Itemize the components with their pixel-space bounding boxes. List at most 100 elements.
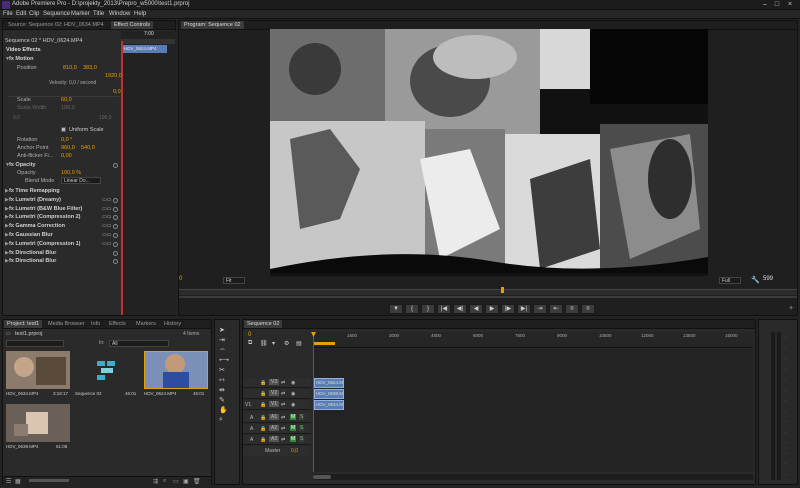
audio-track-header[interactable]: A 🔒 A2 ⇄ M S [243,424,311,434]
transport-button[interactable]: } [421,304,435,314]
effect-mask-icon[interactable]: ▭▭ [102,206,111,212]
track-name[interactable]: V3 [269,379,280,385]
menu-edit[interactable]: Edit [16,11,26,17]
menu-sequence[interactable]: Sequence [43,11,70,17]
zoom-slider[interactable] [29,479,69,482]
program-scrub-bar[interactable] [179,289,797,295]
automate-icon[interactable]: ⇶ [153,478,158,485]
video-clip[interactable]: HDV_0624.MP4 [314,378,344,388]
effect-mask-icon[interactable]: ▭▭ [102,241,111,247]
effect-reset-icon[interactable] [113,224,118,230]
master-value[interactable]: 0,0 [291,448,298,454]
audio-track-header[interactable]: A 🔒 A3 ⇄ M S [243,435,311,445]
mute-button[interactable]: M [290,425,297,431]
thumb-sequence02[interactable] [75,351,139,389]
tab-markers[interactable]: Markers [133,320,159,328]
rolling-edit-icon[interactable]: ⟷ [219,356,229,364]
effect-row[interactable]: ▶ fx Gaussian Blur ▭▭ [3,232,121,240]
position-x-value[interactable]: 810,0 [63,65,77,71]
effect-row[interactable]: ▶ fx Directional Blur [3,250,121,258]
full-select[interactable]: Full [719,277,741,284]
track-name[interactable]: A2 [269,425,280,431]
tab-media-browser[interactable]: Media Browser [45,320,88,328]
solo-button[interactable]: S [299,436,305,442]
eye-icon[interactable]: ◉ [291,391,295,397]
video-clip[interactable]: HDV_0634.MP4 [314,400,344,410]
mute-button[interactable]: M [290,436,297,442]
tab-program[interactable]: Program: Sequence 02 [181,21,244,29]
timeline-timecode[interactable]: 0 [248,332,251,338]
thumb-hdv0638[interactable] [6,404,70,442]
program-playhead-icon[interactable] [501,287,504,293]
blend-mode-select[interactable]: Linear Do... [61,177,101,184]
sync-icon[interactable]: ⇄ [281,426,285,432]
thumb-hdv0634[interactable] [6,351,70,389]
sync-icon[interactable]: ⇄ [281,415,285,421]
scale-value[interactable]: 60,0 [61,97,72,103]
ripple-edit-icon[interactable]: ⇔ [219,346,226,353]
track-name[interactable]: V1 [269,401,280,407]
transport-button[interactable]: ◀| [453,304,467,314]
tab-project[interactable]: Project: test1 [4,320,43,328]
program-zoom-bar[interactable] [179,296,797,298]
mute-button[interactable]: M [290,414,297,420]
timeline-playhead[interactable] [313,332,314,472]
sync-icon[interactable]: ⇄ [281,437,285,443]
minimize-icon[interactable]: – [760,1,770,9]
src-dot[interactable]: A [250,426,253,432]
timeline-ruler[interactable]: 1500 3000 4500 6000 7500 9000 10500 12000 13500 1… [313,332,753,348]
rotation-value[interactable]: 0,0 ° [61,137,72,143]
effect-row[interactable]: ▶ fx Lumetri (B&W Blue Filter) ▭▭ [3,206,121,214]
menu-help[interactable]: Help [134,11,146,17]
video-track-header[interactable]: 🔒 V2 ⇄ ◉ [243,389,311,399]
track-name[interactable]: V2 [269,390,280,396]
track-area[interactable] [313,349,753,472]
wrench-icon[interactable]: 🔧 [751,276,760,284]
menu-clip[interactable]: Clip [29,11,39,17]
tab-effect-controls[interactable]: Effect Controls [111,21,153,29]
captions-icon[interactable]: ▤ [296,340,302,347]
menu-title[interactable]: Title [93,11,104,17]
tab-effects[interactable]: Effects [106,320,129,328]
effect-reset-icon[interactable] [113,250,118,256]
fit-select[interactable]: Fit [223,277,245,284]
hand-icon[interactable]: ✋ [219,406,228,414]
track-select-icon[interactable]: ⇥ [219,336,225,344]
effect-mask-icon[interactable]: ▭▭ [102,197,111,203]
transport-button[interactable]: ◀ [469,304,483,314]
razor-icon[interactable]: ✂ [219,366,225,374]
selection-tool-icon[interactable]: ➤ [219,326,225,334]
tab-source[interactable]: Source: Sequence 02: HDV_0634.MP4 [5,21,107,29]
work-area-bar[interactable] [313,342,335,345]
in-select[interactable]: All [109,340,169,347]
effect-row[interactable]: ▶ fx Gamma Correction ▭▭ [3,223,121,231]
project-search-input[interactable] [6,340,64,347]
anchor-y-value[interactable]: 540,0 [81,145,95,151]
menu-file[interactable]: File [3,11,13,17]
slip-icon[interactable]: ⇿ [219,376,225,384]
lock-icon[interactable]: 🔒 [260,380,266,386]
maximize-icon[interactable]: □ [772,1,782,9]
delete-icon[interactable]: 🗑 [193,478,201,485]
sync-icon[interactable]: ⇄ [281,402,285,408]
effect-reset-icon[interactable] [113,197,118,203]
zoom-icon[interactable]: ⌕ [219,416,223,424]
effect-row[interactable]: ▶ fx Time Remapping [3,188,121,196]
uniform-scale-checkbox[interactable] [61,127,66,132]
pen-icon[interactable]: ✎ [219,396,225,404]
lock-icon[interactable]: 🔒 [260,426,266,432]
transport-button[interactable]: |◀ [437,304,451,314]
lock-icon[interactable]: 🔒 [260,402,266,408]
program-video-frame[interactable] [270,29,708,275]
video-track-header[interactable]: V1 🔒 V1 ⇄ ◉ [243,400,311,410]
solo-button[interactable]: S [299,425,305,431]
lock-icon[interactable]: 🔒 [260,415,266,421]
thumb-hdv0624[interactable] [144,351,208,389]
effect-row[interactable]: ▶ fx Lumetri (Compression 2) ▭▭ [3,214,121,222]
add-button-icon[interactable]: + [789,305,793,312]
transport-button[interactable]: ▶| [517,304,531,314]
program-time-left[interactable]: 0 [179,276,182,282]
effect-row[interactable]: ▶ fx Directional Blur [3,258,121,266]
timeline-h-scrollbar[interactable] [313,474,753,480]
flicker-value[interactable]: 0,00 [61,153,72,159]
